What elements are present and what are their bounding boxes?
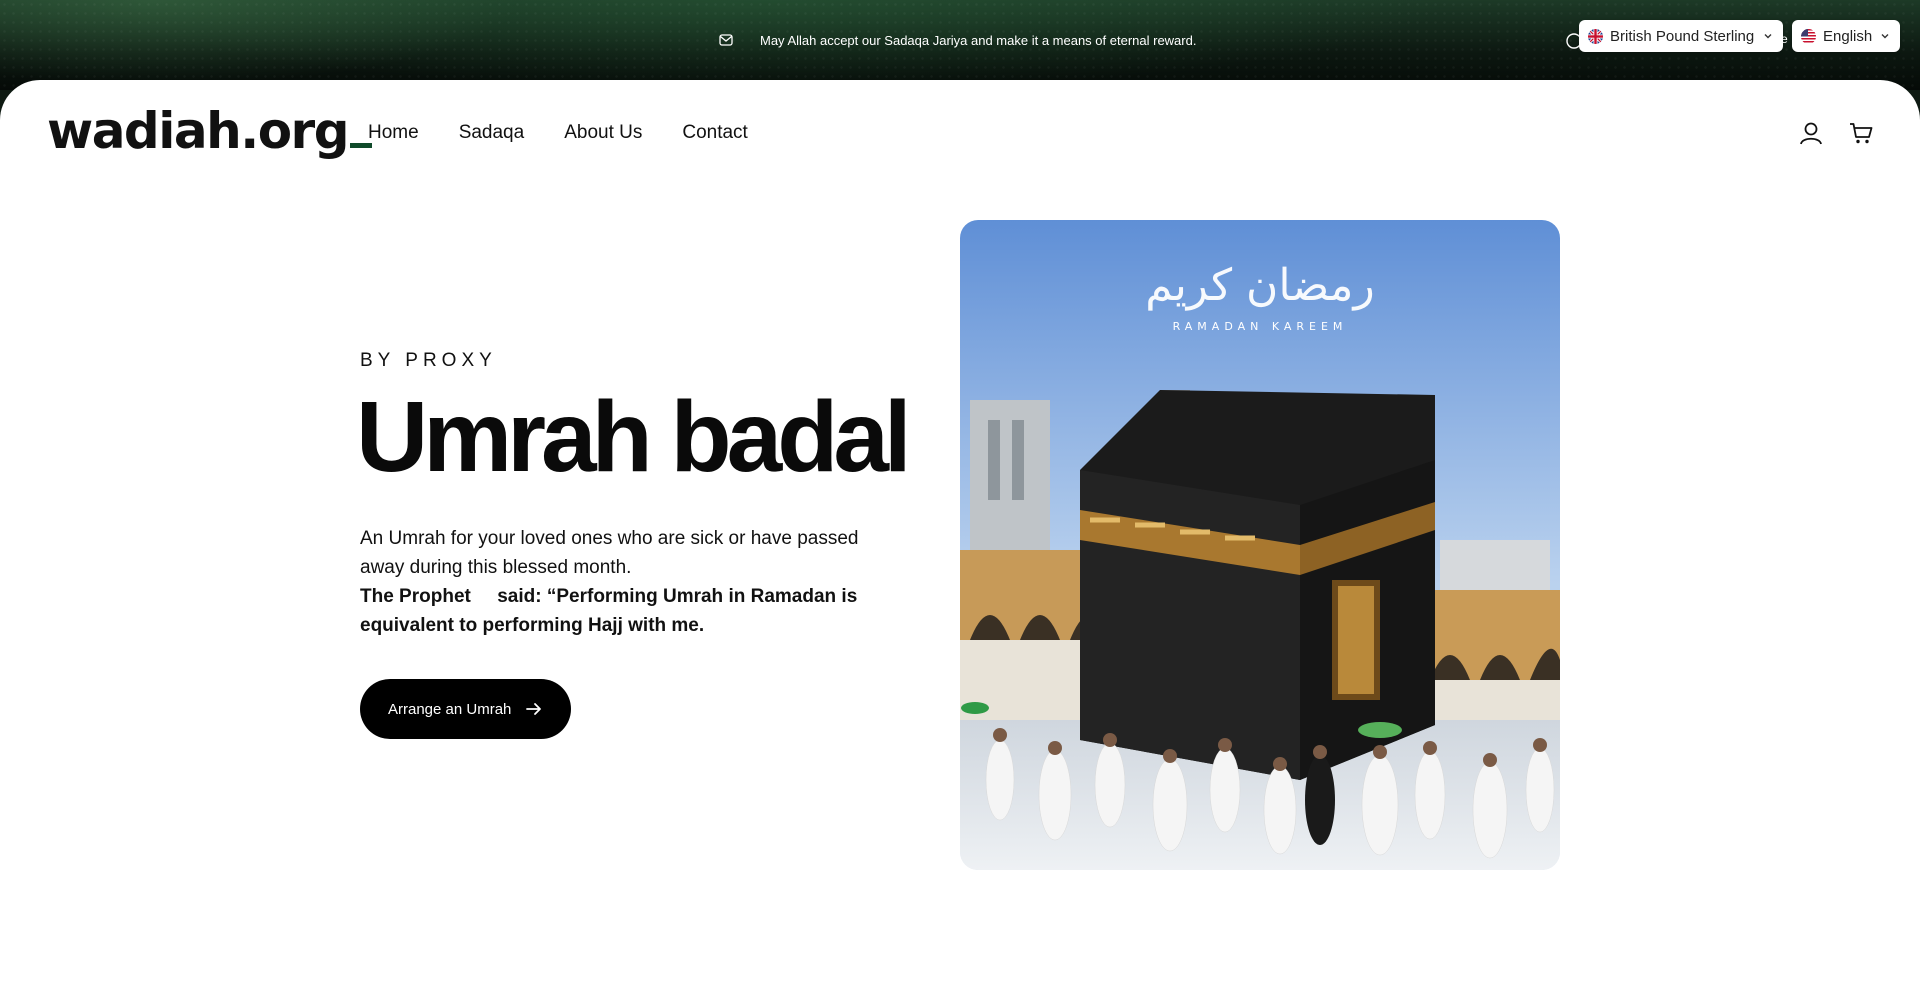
nav-contact[interactable]: Contact	[682, 122, 747, 144]
hero-quote: The Prophet said: “Performing Umrah in R…	[360, 586, 858, 636]
arrange-umrah-button[interactable]: Arrange an Umrah	[360, 679, 571, 739]
language-peek-text: e	[1781, 32, 1788, 46]
chevron-down-icon	[1881, 34, 1889, 39]
main-content: wadiah.org Home Sadaqa About Us Contact …	[0, 80, 1920, 993]
hero-title: Umrah badal	[356, 381, 912, 493]
chevron-down-icon	[1764, 34, 1772, 39]
cta-label: Arrange an Umrah	[388, 700, 512, 718]
kaaba-image: رمضان كريم RAMADAN KAREEM	[960, 220, 1560, 870]
hero-description: An Umrah for your loved ones who are sic…	[360, 528, 859, 578]
language-label: English	[1823, 27, 1873, 45]
currency-label: British Pound Sterling	[1610, 27, 1755, 45]
mail-icon	[718, 32, 734, 48]
uk-flag-icon	[1588, 28, 1603, 44]
nav-home[interactable]: Home	[368, 122, 419, 144]
arrow-right-icon	[526, 703, 542, 715]
announcement-bar: May Allah accept our Sadaqa Jariya and m…	[0, 0, 1920, 90]
image-caption: RAMADAN KAREEM	[1173, 320, 1348, 333]
site-logo[interactable]: wadiah.org	[47, 106, 372, 156]
currency-selector[interactable]: British Pound Sterling	[1579, 20, 1783, 52]
logo-text: wadiah.org	[47, 102, 350, 160]
svg-text:رمضان كريم: رمضان كريم	[1145, 260, 1374, 311]
cart-icon[interactable]	[1848, 120, 1874, 146]
language-selector[interactable]: English	[1792, 20, 1900, 52]
account-icon[interactable]	[1798, 120, 1824, 146]
hero-eyebrow: BY PROXY	[360, 350, 497, 371]
main-nav: Home Sadaqa About Us Contact	[368, 122, 748, 144]
announcement-text: May Allah accept our Sadaqa Jariya and m…	[760, 32, 1197, 48]
nav-about-us[interactable]: About Us	[564, 122, 642, 144]
us-flag-icon	[1801, 28, 1816, 44]
announcement: May Allah accept our Sadaqa Jariya and m…	[718, 30, 1196, 50]
nav-sadaqa[interactable]: Sadaqa	[459, 122, 525, 144]
